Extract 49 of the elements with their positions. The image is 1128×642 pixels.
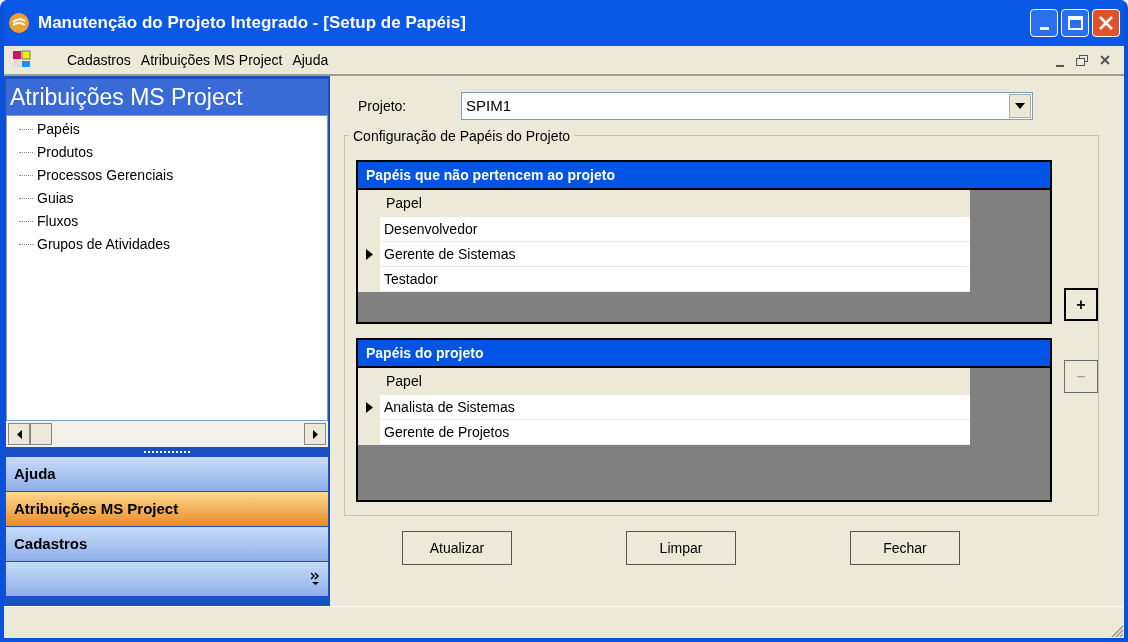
column-header[interactable]: Papel	[358, 368, 970, 395]
table-cell[interactable]: Gerente de Sistemas	[380, 242, 970, 267]
restore-icon	[1076, 54, 1088, 66]
navigation-button[interactable]: Cadastros	[6, 527, 328, 561]
table-cell[interactable]: Gerente de Projetos	[380, 420, 970, 445]
tree-item[interactable]: Fluxos	[37, 211, 79, 232]
tree-item[interactable]: Processos Gerenciais	[37, 165, 174, 186]
horizontal-scrollbar[interactable]	[6, 421, 328, 447]
scroll-right-button[interactable]	[304, 423, 326, 445]
tree-item[interactable]: Grupos de Atividades	[37, 234, 171, 255]
action-button[interactable]: Atualizar	[402, 531, 512, 565]
minimize-button[interactable]	[1030, 9, 1058, 37]
app-icon	[8, 12, 30, 34]
chevron-double-icon[interactable]	[311, 572, 320, 586]
action-button[interactable]: Fechar	[850, 531, 960, 565]
document-icon	[12, 50, 32, 70]
menu-item[interactable]: Atribuições MS Project	[135, 49, 288, 71]
close-icon	[1098, 15, 1114, 31]
grid-title: Papéis do projeto	[358, 340, 1050, 368]
project-dropdown[interactable]: SPIM1	[461, 92, 1033, 120]
column-header[interactable]: Papel	[358, 190, 970, 217]
table-cell[interactable]: Desenvolvedor	[380, 217, 970, 242]
tree-item[interactable]: Produtos	[37, 142, 94, 163]
maximize-button[interactable]	[1061, 9, 1089, 37]
close-button[interactable]	[1092, 9, 1120, 37]
tree-item[interactable]: Guias	[37, 188, 74, 209]
window-title: Manutenção do Projeto Integrado - [Setup de Papéis]	[38, 12, 467, 35]
minimize-icon	[1039, 27, 1049, 30]
table-cell[interactable]: Testador	[380, 267, 970, 292]
maximize-icon	[1067, 16, 1083, 30]
navigation-button[interactable]: Ajuda	[6, 457, 328, 491]
grid-title: Papéis que não pertencem ao projeto	[358, 162, 1050, 190]
scroll-left-button[interactable]	[8, 423, 30, 445]
minimize-icon	[1056, 65, 1064, 67]
row-move-button[interactable]: +	[1063, 288, 1098, 321]
sidebar-title: Atribuições MS Project	[6, 79, 328, 115]
tree-item[interactable]: Papéis	[37, 119, 80, 140]
arrow-right-icon	[312, 429, 318, 439]
table-cell[interactable]: Analista de Sistemas	[380, 395, 970, 420]
resize-grip-icon[interactable]	[1110, 624, 1124, 638]
action-button[interactable]: Limpar	[626, 531, 736, 565]
menu-item[interactable]: Cadastros	[62, 49, 136, 71]
close-icon	[1100, 55, 1110, 65]
field-label: Projeto:	[357, 96, 408, 116]
arrow-left-icon	[16, 429, 22, 439]
dropdown-arrow-icon	[1015, 103, 1025, 109]
scroll-thumb[interactable]	[30, 423, 52, 445]
navigation-button[interactable]: Atribuições MS Project	[6, 492, 328, 526]
menu-item[interactable]: Ajuda	[287, 49, 334, 71]
